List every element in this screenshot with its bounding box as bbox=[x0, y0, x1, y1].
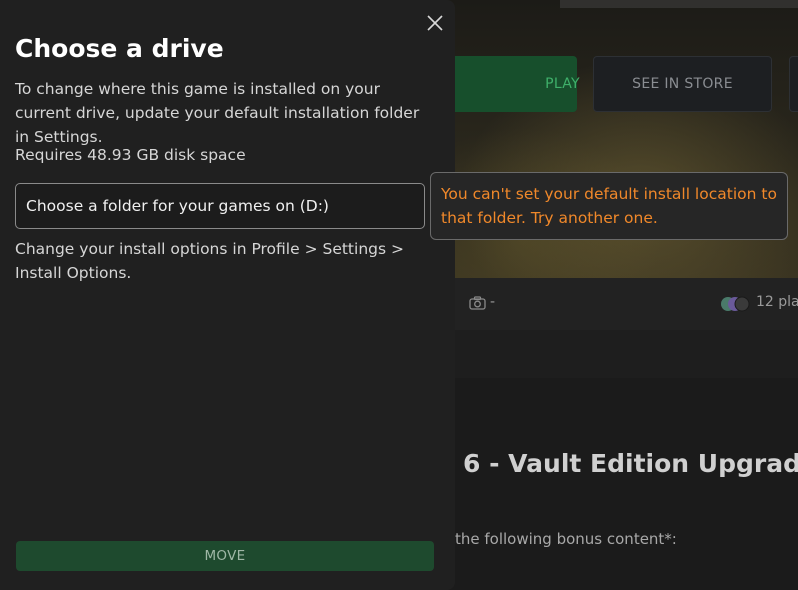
dialog-description: To change where this game is installed o… bbox=[15, 80, 420, 146]
play-button-label: PLAY bbox=[545, 76, 580, 92]
more-options-button[interactable] bbox=[789, 56, 798, 112]
camera-icon bbox=[469, 296, 486, 310]
screenshots-count: - bbox=[490, 294, 496, 310]
see-in-store-label: SEE IN STORE bbox=[632, 76, 733, 92]
top-strip bbox=[560, 0, 798, 8]
players-count: 12 play bbox=[756, 294, 798, 310]
folder-select-value: Choose a folder for your games on (D:) bbox=[26, 197, 329, 215]
bonus-content-text: the following bonus content*: bbox=[455, 530, 677, 548]
close-button[interactable] bbox=[422, 10, 448, 36]
game-title: 6 - Vault Edition Upgrade bbox=[463, 449, 798, 478]
close-icon bbox=[427, 15, 443, 31]
player-avatars-icon bbox=[721, 296, 750, 312]
move-button[interactable]: MOVE bbox=[16, 541, 434, 571]
choose-drive-dialog: Choose a drive To change where this game… bbox=[0, 0, 455, 590]
see-in-store-button[interactable]: SEE IN STORE bbox=[593, 56, 772, 112]
error-tooltip: You can't set your default install locat… bbox=[430, 172, 788, 240]
disk-space-requirement: Requires 48.93 GB disk space bbox=[15, 146, 246, 164]
move-button-label: MOVE bbox=[204, 548, 246, 564]
dialog-title: Choose a drive bbox=[15, 34, 224, 63]
folder-select-dropdown[interactable]: Choose a folder for your games on (D:) bbox=[15, 183, 425, 229]
error-message: You can't set your default install locat… bbox=[441, 185, 777, 227]
install-options-hint: Change your install options in Profile >… bbox=[15, 240, 404, 282]
